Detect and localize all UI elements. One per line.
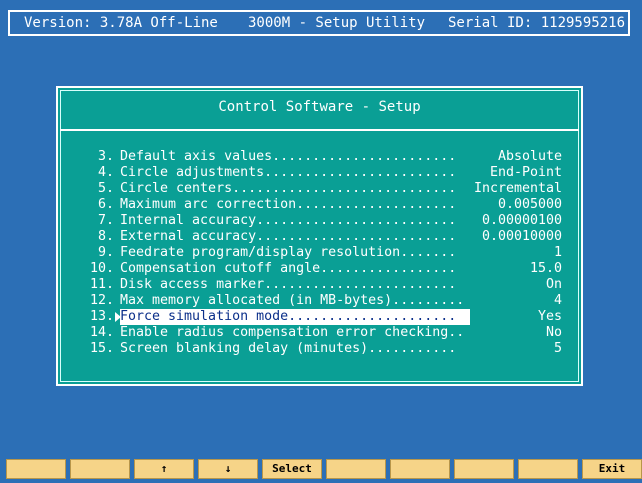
setting-label: Feedrate program/display resolution.....…	[120, 245, 457, 260]
setting-label: Screen blanking delay (minutes).........…	[120, 341, 457, 356]
setting-value: Absolute	[497, 149, 562, 164]
f2-key-button[interactable]	[70, 459, 130, 479]
setting-label: Compensation cutoff angle...............…	[120, 261, 457, 276]
down-arrow-key-button[interactable]: ↓	[198, 459, 258, 479]
setting-row[interactable]: 9. Feedrate program/display resolution...…	[58, 245, 581, 261]
setting-value: Yes	[537, 309, 562, 324]
setting-value: 15.0	[529, 261, 562, 276]
setting-row[interactable]: 11. Disk access marker...................…	[58, 277, 581, 293]
app-title: 3000M - Setup Utility	[248, 15, 426, 31]
f8-key-button[interactable]	[454, 459, 514, 479]
setting-number: 4.	[97, 165, 114, 180]
setting-label: Circle centers..........................…	[120, 181, 457, 196]
setup-dialog: Control Software - Setup 3. Default axis …	[56, 86, 583, 386]
setting-number: 3.	[97, 149, 114, 164]
version-label: Version: 3.78A Off-Line	[24, 15, 218, 31]
setting-value: On	[545, 277, 562, 292]
setting-number: 11.	[89, 277, 114, 292]
f7-key-button[interactable]	[390, 459, 450, 479]
setting-row[interactable]: 13. Force simulation mode................…	[58, 309, 581, 325]
setting-number: 10.	[89, 261, 114, 276]
setting-value: 1	[553, 245, 562, 260]
setting-row[interactable]: 7. Internal accuracy.....................…	[58, 213, 581, 229]
setting-label: Circle adjustments......................…	[120, 165, 457, 180]
setting-number: 6.	[97, 197, 114, 212]
setting-row[interactable]: 14. Enable radius compensation error chec…	[58, 325, 581, 341]
setting-value: Incremental	[473, 181, 562, 196]
setting-number: 8.	[97, 229, 114, 244]
setting-number: 13.	[89, 309, 114, 324]
setting-number: 14.	[89, 325, 114, 340]
setting-row[interactable]: 8. External accuracy.....................…	[58, 229, 581, 245]
setting-row[interactable]: 10. Compensation cutoff angle............…	[58, 261, 581, 277]
function-key-bar: ↑ ↓ Select Exit	[6, 459, 642, 479]
setting-number: 9.	[97, 245, 114, 260]
setting-row[interactable]: 5. Circle centers........................…	[58, 181, 581, 197]
setting-number: 15.	[89, 341, 114, 356]
setting-row[interactable]: 15. Screen blanking delay (minutes)......…	[58, 341, 581, 357]
setting-row[interactable]: 6. Maximum arc correction................…	[58, 197, 581, 213]
exit-key-button[interactable]: Exit	[582, 459, 642, 479]
title-bar: Version: 3.78A Off-Line 3000M - Setup Ut…	[8, 10, 630, 36]
setting-row[interactable]: 4. Circle adjustments....................…	[58, 165, 581, 181]
up-arrow-key-button[interactable]: ↑	[134, 459, 194, 479]
setting-row[interactable]: 12. Max memory allocated (in MB-bytes)...…	[58, 293, 581, 309]
f9-key-button[interactable]	[518, 459, 578, 479]
setting-row[interactable]: 3. Default axis values...................…	[58, 149, 581, 165]
f1-key-button[interactable]	[6, 459, 66, 479]
setting-value: 5	[553, 341, 562, 356]
setting-value: No	[545, 325, 562, 340]
setting-label: Default axis values.....................…	[120, 149, 457, 164]
setting-number: 5.	[97, 181, 114, 196]
setting-label: Force simulation mode...................…	[120, 309, 470, 325]
serial-id-label: Serial ID: 1129595216	[448, 15, 626, 31]
select-key-button[interactable]: Select	[262, 459, 322, 479]
setting-label: Internal accuracy.......................…	[120, 213, 457, 228]
setting-label: Max memory allocated (in MB-bytes)......…	[120, 293, 465, 308]
dialog-divider	[60, 129, 579, 131]
setting-number: 7.	[97, 213, 114, 228]
setting-label: External accuracy.......................…	[120, 229, 457, 244]
setting-label: Enable radius compensation error checkin…	[120, 325, 465, 340]
setting-label: Disk access marker......................…	[120, 277, 457, 292]
setting-number: 12.	[89, 293, 114, 308]
f6-key-button[interactable]	[326, 459, 386, 479]
setting-value: End-Point	[489, 165, 562, 180]
setting-label: Maximum arc correction..................…	[120, 197, 457, 212]
dialog-title: Control Software - Setup	[218, 99, 421, 115]
setting-value: 0.005000	[497, 197, 562, 212]
setting-value: 0.00010000	[481, 229, 562, 244]
setting-value: 0.00000100	[481, 213, 562, 228]
setting-value: 4	[553, 293, 562, 308]
